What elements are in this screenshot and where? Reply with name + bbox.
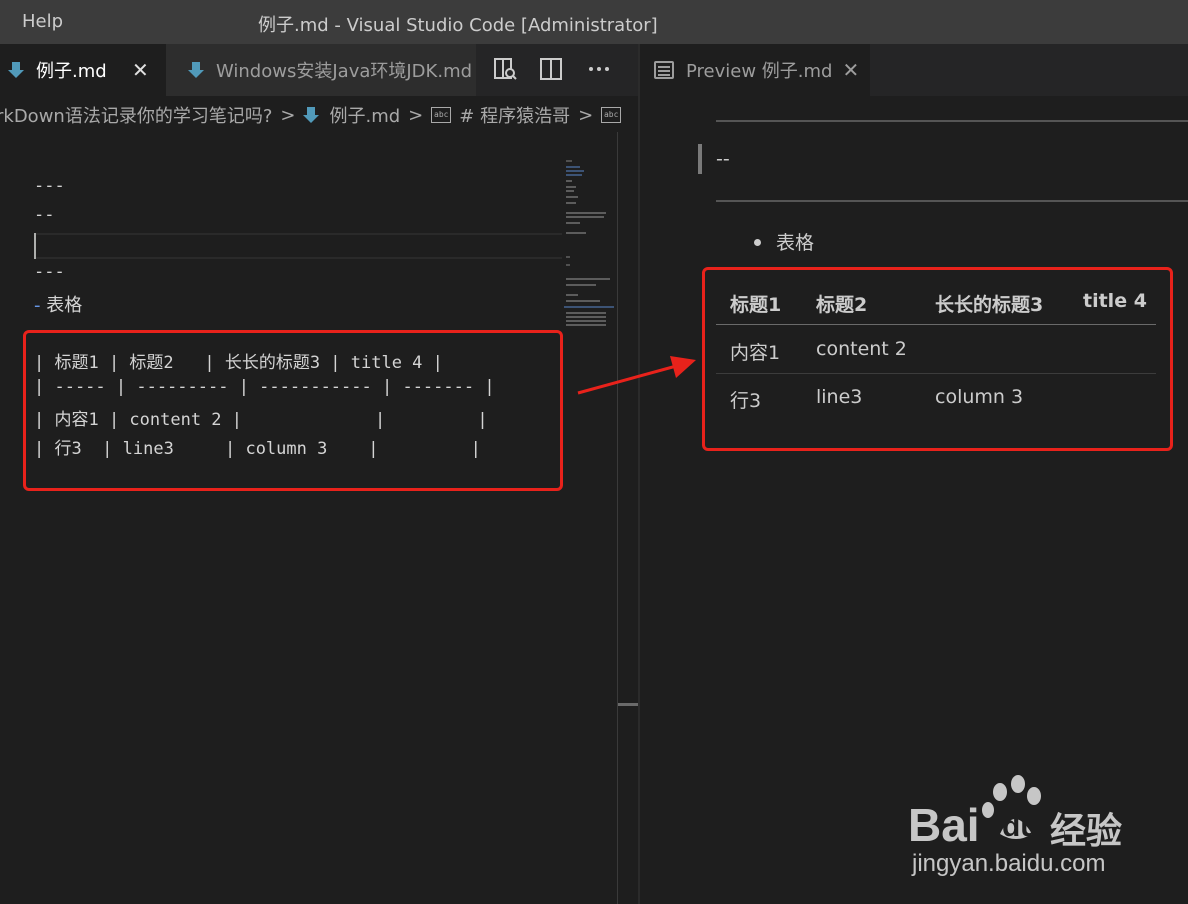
code-line-list-item: - 表格 xyxy=(34,291,82,317)
code-editor[interactable]: --- -- --- - 表格 | 标题1 | 标题2 | 长长的标题3 | t… xyxy=(0,132,618,904)
tab-label: Windows安装Java环境JDK.md xyxy=(216,61,473,82)
close-icon[interactable]: ✕ xyxy=(132,58,149,82)
current-line-highlight xyxy=(34,233,562,259)
tab-label: Preview 例子.md xyxy=(686,61,833,82)
left-tab-bar: 例子.md ✕ Windows安装Java环境JDK.md xyxy=(0,44,638,96)
preview-icon xyxy=(654,61,674,79)
tab-label: 例子.md xyxy=(36,61,107,82)
editor-actions xyxy=(488,44,638,96)
chevron-right-icon: > xyxy=(578,104,594,126)
minimap[interactable] xyxy=(564,160,614,330)
split-editor-icon[interactable] xyxy=(538,56,564,82)
watermark-brand: Bai xyxy=(908,799,980,851)
tab-example-md[interactable]: 例子.md ✕ xyxy=(0,44,166,96)
watermark-brand-cn: 经验 xyxy=(1050,810,1123,851)
menu-help[interactable]: Help xyxy=(22,11,63,32)
string-symbol-icon: abc xyxy=(601,107,622,123)
open-preview-icon[interactable] xyxy=(492,56,518,82)
blockquote-bar xyxy=(698,144,702,174)
breadcrumb-symbol[interactable]: # 程序猿浩哥 xyxy=(459,102,570,128)
scrollbar-marker xyxy=(618,703,638,706)
chevron-right-icon: > xyxy=(408,104,424,126)
baidu-watermark: Bai du 经验 jingyan.baidu.com xyxy=(908,770,1148,880)
highlight-box-code xyxy=(23,330,563,491)
horizontal-rule xyxy=(716,120,1188,122)
code-line: --- xyxy=(34,176,65,196)
horizontal-rule xyxy=(716,200,1188,202)
chevron-right-icon: > xyxy=(280,104,296,126)
tab-preview[interactable]: Preview 例子.md ✕ xyxy=(640,44,870,96)
markdown-file-icon xyxy=(303,105,320,125)
window-title: 例子.md - Visual Studio Code [Administrato… xyxy=(258,15,658,36)
highlight-box-preview xyxy=(702,267,1173,451)
code-line: -- xyxy=(34,205,55,225)
text-cursor xyxy=(34,233,36,259)
blockquote-text: -- xyxy=(716,148,730,170)
markdown-file-icon xyxy=(8,60,24,80)
watermark-url: jingyan.baidu.com xyxy=(912,850,1106,877)
breadcrumb-folder[interactable]: rkDown语法记录你的学习笔记吗? xyxy=(0,102,272,128)
watermark-brand-du: du xyxy=(1002,810,1039,843)
close-icon[interactable]: ✕ xyxy=(842,58,859,82)
tab-windows-java-md[interactable]: Windows安装Java环境JDK.md xyxy=(166,44,476,96)
list-item-text: 表格 xyxy=(776,232,815,254)
breadcrumb: rkDown语法记录你的学习笔记吗? > 例子.md > abc # 程序猿浩哥… xyxy=(0,96,638,132)
more-actions-icon[interactable] xyxy=(586,56,612,82)
list-text: 表格 xyxy=(46,295,83,316)
string-symbol-icon: abc xyxy=(431,107,452,123)
editor-scrollbar-track[interactable] xyxy=(617,132,618,904)
breadcrumb-file[interactable]: 例子.md xyxy=(329,102,400,128)
code-line: --- xyxy=(34,262,65,282)
markdown-file-icon xyxy=(188,60,204,80)
title-bar: Help 例子.md - Visual Studio Code [Adminis… xyxy=(0,0,1188,44)
list-dash: - xyxy=(34,295,41,316)
right-tab-bar: Preview 例子.md ✕ xyxy=(640,44,1188,96)
bullet-dot xyxy=(754,239,761,246)
